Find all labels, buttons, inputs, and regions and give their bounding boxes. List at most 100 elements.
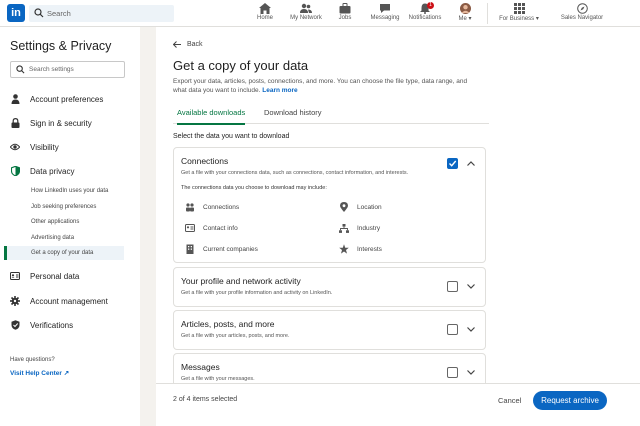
nav-my-network-label: My Network	[290, 15, 322, 21]
settings-search-input[interactable]: Search settings	[10, 61, 125, 78]
request-archive-button[interactable]: Request archive	[533, 391, 607, 410]
sidebar-subitem-other-applications[interactable]: Other applications	[4, 215, 124, 229]
nav-sales-navigator[interactable]: Sales Navigator	[560, 3, 604, 21]
sidebar-item-account-preferences[interactable]: Account preferences	[10, 91, 130, 107]
chevron-down-icon[interactable]	[467, 327, 475, 332]
selection-count: 2 of 4 items selected	[173, 396, 238, 403]
card-description: Get a file with your messages.	[181, 376, 255, 382]
nav-home[interactable]: Home	[255, 3, 275, 21]
sidebar-item-verifications[interactable]: Verifications	[10, 317, 130, 333]
star-icon	[339, 244, 349, 254]
card-checkbox[interactable]	[447, 158, 458, 169]
avatar	[459, 3, 471, 14]
contact-card-icon	[185, 223, 195, 233]
card-checkbox[interactable]	[447, 281, 458, 292]
sidebar-item-label: Account preferences	[30, 94, 104, 104]
download-tabs: Available downloads Download history	[173, 105, 489, 125]
card-title: Articles, posts, and more	[181, 319, 275, 329]
settings-search-placeholder: Search settings	[29, 66, 74, 73]
tab-download-history[interactable]: Download history	[264, 108, 322, 123]
nav-sales-navigator-label: Sales Navigator	[560, 15, 604, 21]
nav-me-label: Me ▾	[458, 16, 472, 22]
data-card-profile-activity: Your profile and network activity Get a …	[173, 267, 486, 307]
sidebar-item-label: Visibility	[30, 142, 59, 152]
lock-icon	[10, 118, 20, 128]
sidebar-subitem-get-a-copy-of-your-data[interactable]: Get a copy of your data	[4, 246, 124, 260]
back-label: Back	[187, 41, 203, 48]
select-data-label: Select the data you want to download	[173, 133, 290, 140]
back-link[interactable]: Back	[173, 41, 203, 48]
sidebar-item-label: Account management	[30, 296, 108, 306]
nav-my-network[interactable]: My Network	[288, 3, 324, 21]
arrow-left-icon	[173, 41, 181, 48]
card-title: Your profile and network activity	[181, 276, 301, 286]
card-description: Get a file with your profile information…	[181, 290, 333, 296]
location-pin-icon	[339, 202, 349, 212]
nav-notifications[interactable]: 1 Notifications	[408, 2, 442, 21]
main-content: Back Get a copy of your data Export your…	[156, 27, 640, 426]
data-type-industry: Industry	[339, 223, 380, 233]
nav-me[interactable]: Me ▾	[455, 3, 475, 22]
nav-messaging[interactable]: Messaging	[370, 3, 400, 21]
data-type-location: Location	[339, 202, 382, 212]
nav-messaging-label: Messaging	[370, 15, 400, 21]
sidebar-item-label: Sign in & security	[30, 118, 92, 128]
nav-notifications-label: Notifications	[408, 15, 442, 21]
page-description: Export your data, articles, posts, conne…	[173, 78, 468, 94]
tab-available-downloads[interactable]: Available downloads	[177, 108, 246, 125]
sidebar-subitem-advertising-data[interactable]: Advertising data	[4, 231, 124, 245]
people-icon	[185, 202, 195, 212]
data-type-interests: Interests	[339, 244, 382, 254]
me-chevron-down-icon: ▾	[468, 16, 472, 22]
cancel-button[interactable]: Cancel	[498, 396, 521, 405]
eye-icon	[10, 142, 20, 152]
shield-icon	[10, 166, 20, 176]
nav-for-business[interactable]: For Business ▾	[498, 3, 540, 22]
sidebar-item-personal-data[interactable]: Personal data	[10, 268, 130, 284]
page-title: Get a copy of your data	[173, 58, 309, 73]
linkedin-logo[interactable]: in	[7, 4, 25, 22]
sidebar-subitem-job-seeking-preferences[interactable]: Job seeking preferences	[4, 200, 124, 214]
search-placeholder: Search	[47, 9, 71, 18]
chevron-down-icon[interactable]	[467, 370, 475, 375]
chevron-down-icon[interactable]	[467, 284, 475, 289]
global-search-input[interactable]: Search	[29, 5, 174, 22]
card-title: Connections	[181, 156, 229, 166]
card-description: Get a file with your connections data, s…	[181, 170, 409, 176]
id-card-icon	[10, 271, 20, 281]
compass-icon	[576, 3, 588, 14]
business-chevron-down-icon: ▾	[535, 16, 539, 22]
card-checkbox[interactable]	[447, 367, 458, 378]
sidebar-item-sign-in-security[interactable]: Sign in & security	[10, 115, 130, 131]
sidebar-item-data-privacy[interactable]: Data privacy	[10, 163, 130, 179]
action-footer: 2 of 4 items selected Cancel Request arc…	[156, 383, 640, 426]
sidebar-item-account-management[interactable]: Account management	[10, 293, 130, 309]
includes-label: The connections data you choose to downl…	[181, 185, 327, 191]
nav-jobs[interactable]: Jobs	[335, 3, 355, 21]
nav-home-label: Home	[256, 15, 273, 21]
network-icon	[300, 3, 312, 13]
sidebar-subitem-how-linkedin-uses-data[interactable]: How LinkedIn uses your data	[4, 184, 124, 198]
nav-jobs-label: Jobs	[338, 15, 352, 21]
chevron-up-icon[interactable]	[467, 161, 475, 166]
data-card-articles-posts: Articles, posts, and more Get a file wit…	[173, 310, 486, 350]
help-question-text: Have questions?	[10, 357, 55, 363]
card-description: Get a file with your articles, posts, an…	[181, 333, 290, 339]
search-icon	[34, 8, 44, 18]
card-checkbox[interactable]	[447, 324, 458, 335]
messaging-icon	[380, 4, 390, 13]
building-icon	[185, 244, 195, 254]
sidebar-title: Settings & Privacy	[10, 39, 112, 53]
learn-more-link[interactable]: Learn more	[262, 87, 297, 94]
sidebar-item-label: Data privacy	[30, 166, 75, 176]
data-card-connections: Connections Get a file with your connect…	[173, 147, 486, 263]
card-title: Messages	[181, 362, 220, 372]
grid-icon	[513, 3, 525, 14]
top-navigation-bar: in Search Home My Network Jobs Messaging…	[0, 0, 640, 27]
sidebar-item-visibility[interactable]: Visibility	[10, 139, 130, 155]
gear-icon	[10, 296, 20, 306]
data-type-connections: Connections	[185, 202, 239, 212]
visit-help-center-link[interactable]: Visit Help Center ↗	[10, 369, 69, 377]
sidebar-item-label: Personal data	[30, 271, 80, 281]
data-type-current-companies: Current companies	[185, 244, 258, 254]
